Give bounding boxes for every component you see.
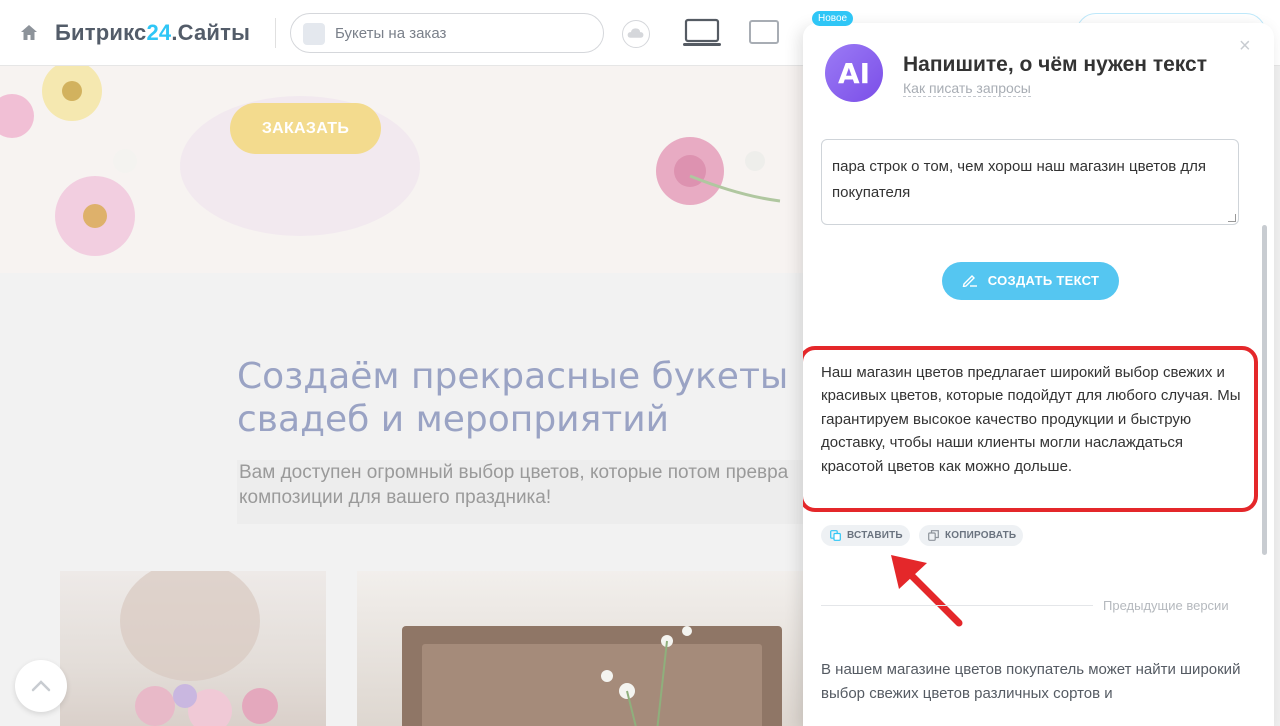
wildflowers-image	[601, 626, 692, 726]
site-thumbnail	[303, 23, 325, 45]
site-selector[interactable]: Букеты на заказ	[290, 13, 604, 53]
pen-icon	[962, 275, 977, 287]
brand-suffix: .Сайты	[171, 20, 251, 45]
scroll-to-top-button[interactable]	[15, 660, 67, 712]
ai-logo-text: AI	[837, 57, 871, 90]
subtext-line-1: Вам доступен огромный выбор цветов, кото…	[239, 462, 789, 483]
create-text-label: СОЗДАТЬ ТЕКСТ	[987, 273, 1100, 288]
heading-line-1: Создаём прекрасные букеты	[237, 356, 789, 397]
heading-line-2: свадеб и мероприятий	[237, 399, 669, 440]
subtext-line-2: композиции для вашего праздника!	[239, 487, 552, 508]
home-icon[interactable]	[19, 23, 39, 43]
hero-banner: ЗАКАЗАТЬ	[0, 66, 808, 273]
panel-header: AI Напишите, о чём нужен текст Как писат…	[803, 23, 1274, 121]
bouquet-image	[120, 571, 278, 726]
copy-icon	[928, 530, 939, 541]
divider	[275, 18, 276, 48]
brand-number: 24	[146, 20, 172, 45]
brand-prefix: Битрикс	[55, 20, 147, 45]
panel-scrollbar[interactable]	[1262, 225, 1267, 555]
gallery-photo-bouquet	[60, 571, 326, 726]
pointer-arrow	[891, 555, 963, 627]
flowers-image	[0, 66, 781, 256]
panel-content: пара строк о том, чем хорош наш магазин …	[803, 121, 1274, 726]
copy-label: КОПИРОВАТЬ	[945, 530, 1017, 541]
new-badge: Новое	[812, 11, 854, 26]
page-subtext: Вам доступен огромный выбор цветов, кото…	[237, 460, 837, 524]
cloud-icon[interactable]	[622, 20, 650, 48]
textarea-resize-handle[interactable]	[1228, 214, 1236, 222]
desktop-icon[interactable]	[683, 18, 721, 48]
generated-text: Наш магазин цветов предлагает широкий вы…	[821, 364, 1241, 475]
order-button[interactable]: ЗАКАЗАТЬ	[230, 103, 381, 154]
tablet-icon[interactable]	[749, 20, 779, 44]
prompt-textarea[interactable]: пара строк о том, чем хорош наш магазин …	[821, 139, 1239, 225]
insert-icon	[830, 530, 841, 541]
chevron-up-icon	[31, 680, 51, 692]
ai-text-panel: AI Напишите, о чём нужен текст Как писат…	[803, 23, 1274, 726]
how-to-write-link[interactable]: Как писать запросы	[903, 80, 1031, 97]
ai-logo: AI	[825, 44, 883, 102]
site-name: Букеты на заказ	[335, 25, 447, 42]
previous-versions-divider	[821, 605, 1093, 606]
insert-label: ВСТАВИТЬ	[847, 530, 903, 541]
panel-title: Напишите, о чём нужен текст	[903, 53, 1207, 76]
previous-version-text: В нашем магазине цветов покупатель может…	[821, 661, 1241, 702]
close-icon[interactable]: ×	[1239, 35, 1251, 58]
page-heading: Создаём прекрасные букеты свадеб и мероп…	[237, 355, 837, 441]
brand-logo[interactable]: Битрикс24.Сайты	[55, 20, 250, 46]
previous-versions-label: Предыдущие версии	[1103, 598, 1229, 613]
create-text-button[interactable]: СОЗДАТЬ ТЕКСТ	[942, 262, 1119, 300]
gallery-photo-box	[357, 571, 807, 726]
